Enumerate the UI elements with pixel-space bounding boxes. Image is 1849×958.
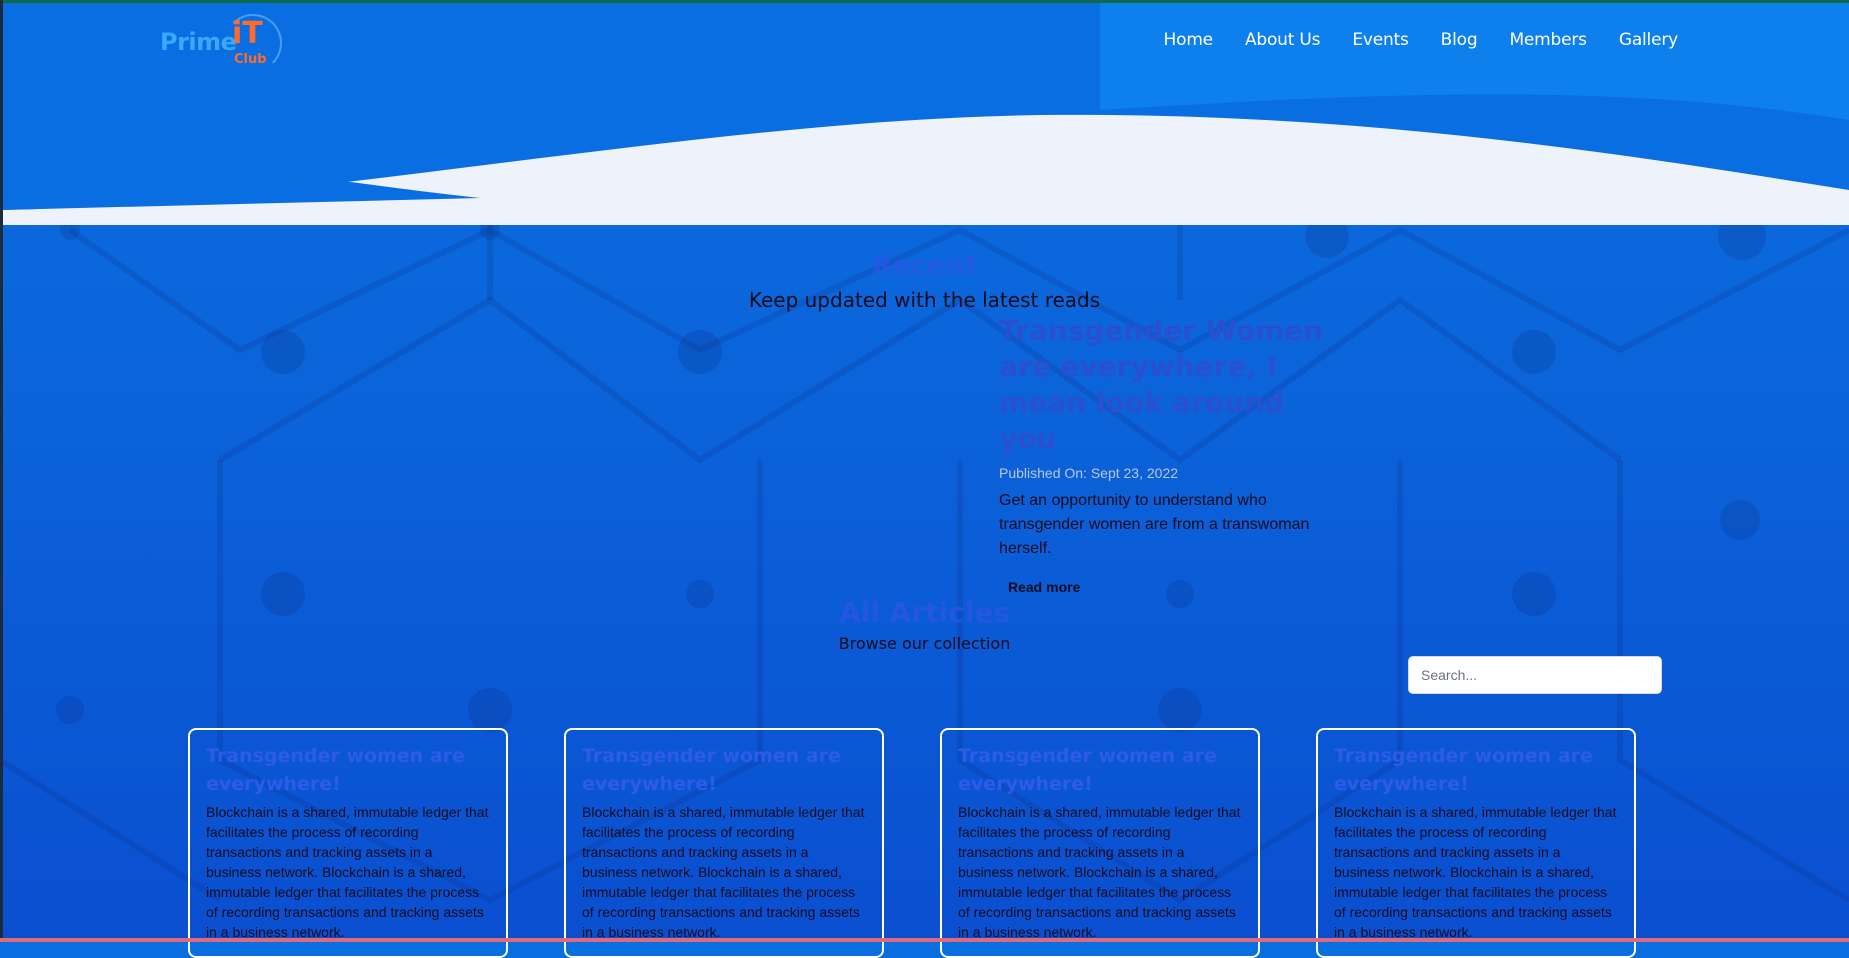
article-card-body: Blockchain is a shared, immutable ledger… [206, 804, 489, 940]
article-card-title[interactable]: Transgender women are everywhere! [582, 742, 866, 798]
featured-article-description: Get an opportunity to understand who tra… [999, 492, 1310, 557]
prime-it-club-logo[interactable]: Prime iT Club [160, 14, 290, 74]
article-card[interactable]: Transgender women are everywhere! Blockc… [940, 728, 1260, 958]
nav-members[interactable]: Members [1509, 30, 1587, 50]
featured-article-title[interactable]: Transgender Women are everywhere, I mean… [999, 313, 1349, 457]
article-card-body: Blockchain is a shared, immutable ledger… [958, 804, 1241, 940]
nav-blog[interactable]: Blog [1441, 30, 1478, 50]
read-more-link[interactable]: Read more [1008, 579, 1080, 595]
logo-club-text: Club [234, 52, 267, 67]
featured-article-date: Published On: Sept 23, 2022 [999, 465, 1179, 481]
logo-it-text: iT [232, 16, 263, 51]
article-card-title[interactable]: Transgender women are everywhere! [958, 742, 1242, 798]
all-articles-subheading: Browse our collection [838, 634, 1011, 653]
nav-events[interactable]: Events [1352, 30, 1409, 50]
article-card-body: Blockchain is a shared, immutable ledger… [1334, 804, 1617, 940]
article-card-title[interactable]: Transgender women are everywhere! [1334, 742, 1618, 798]
article-card[interactable]: Transgender women are everywhere! Blockc… [188, 728, 508, 958]
article-card-title[interactable]: Transgender women are everywhere! [206, 742, 490, 798]
window-left-border [0, 0, 3, 942]
main-nav: Home About Us Events Blog Members Galler… [1164, 30, 1679, 50]
article-cards: Transgender women are everywhere! Blockc… [188, 728, 1636, 958]
logo-prime-text: Prime [160, 28, 237, 56]
article-card[interactable]: Transgender women are everywhere! Blockc… [564, 728, 884, 958]
article-card-body: Blockchain is a shared, immutable ledger… [582, 804, 865, 940]
recent-heading: Recent [871, 250, 978, 281]
nav-gallery[interactable]: Gallery [1619, 30, 1678, 50]
window-top-border [0, 0, 1849, 3]
search-input[interactable] [1408, 656, 1662, 694]
nav-about-us[interactable]: About Us [1245, 30, 1321, 50]
nav-home[interactable]: Home [1164, 30, 1214, 50]
window-bottom-border [0, 938, 1849, 942]
featured-article: Transgender Women are everywhere, I mean… [999, 313, 1349, 597]
site-header: Prime iT Club Home About Us Events Blog … [0, 0, 1849, 225]
recent-subheading: Keep updated with the latest reads [748, 288, 1101, 312]
all-articles-heading: All Articles [839, 596, 1010, 629]
article-card[interactable]: Transgender women are everywhere! Blockc… [1316, 728, 1636, 958]
